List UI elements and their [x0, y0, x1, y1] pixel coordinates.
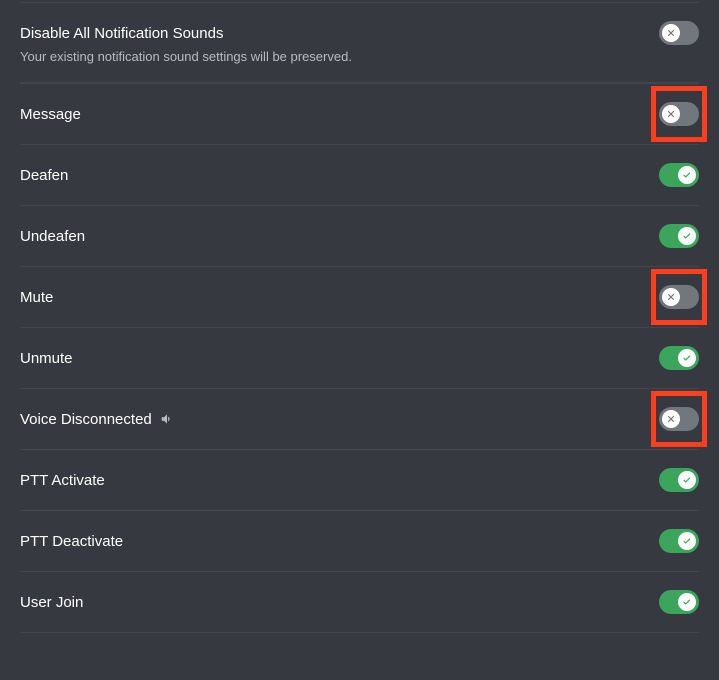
x-icon	[665, 27, 677, 39]
setting-label: PTT Deactivate	[20, 533, 123, 550]
x-icon	[665, 413, 677, 425]
setting-row-message: Message	[20, 83, 699, 145]
disable-all-sounds-description: Your existing notification sound setting…	[20, 49, 699, 83]
disable-all-sounds-toggle[interactable]	[659, 21, 699, 45]
check-icon	[681, 230, 693, 242]
toggle-ptt-deactivate[interactable]	[659, 529, 699, 553]
check-icon	[681, 352, 693, 364]
toggle-knob	[662, 105, 680, 123]
check-icon	[681, 596, 693, 608]
setting-row-unmute: Unmute	[20, 328, 699, 389]
setting-label: Voice Disconnected	[20, 411, 174, 428]
setting-row-mute: Mute	[20, 267, 699, 328]
toggle-knob	[678, 593, 696, 611]
toggle-unmute[interactable]	[659, 346, 699, 370]
toggle-message[interactable]	[659, 102, 699, 126]
check-icon	[681, 169, 693, 181]
setting-row-voice-disconnected: Voice Disconnected	[20, 389, 699, 450]
toggle-user-join[interactable]	[659, 590, 699, 614]
setting-label: PTT Activate	[20, 472, 105, 489]
setting-row-deafen: Deafen	[20, 145, 699, 206]
sound-icon	[160, 412, 174, 426]
disable-all-sounds-label: Disable All Notification Sounds	[20, 25, 223, 42]
toggle-knob	[678, 349, 696, 367]
check-icon	[681, 535, 693, 547]
disable-all-sounds-row: Disable All Notification Sounds	[20, 3, 699, 49]
toggle-knob	[662, 288, 680, 306]
setting-label: Deafen	[20, 167, 68, 184]
setting-row-undeafen: Undeafen	[20, 206, 699, 267]
setting-label: Mute	[20, 289, 53, 306]
toggle-knob	[662, 24, 680, 42]
toggle-knob	[678, 471, 696, 489]
setting-label: User Join	[20, 594, 83, 611]
setting-row-ptt-deactivate: PTT Deactivate	[20, 511, 699, 572]
setting-label: Unmute	[20, 350, 73, 367]
toggle-knob	[678, 227, 696, 245]
setting-label: Undeafen	[20, 228, 85, 245]
toggle-knob	[678, 166, 696, 184]
setting-label: Message	[20, 106, 81, 123]
toggle-mute[interactable]	[659, 285, 699, 309]
toggle-knob	[678, 532, 696, 550]
check-icon	[681, 474, 693, 486]
toggle-undeafen[interactable]	[659, 224, 699, 248]
setting-row-user-join: User Join	[20, 572, 699, 633]
toggle-deafen[interactable]	[659, 163, 699, 187]
x-icon	[665, 108, 677, 120]
setting-row-ptt-activate: PTT Activate	[20, 450, 699, 511]
toggle-ptt-activate[interactable]	[659, 468, 699, 492]
x-icon	[665, 291, 677, 303]
toggle-voice-disconnected[interactable]	[659, 407, 699, 431]
toggle-knob	[662, 410, 680, 428]
